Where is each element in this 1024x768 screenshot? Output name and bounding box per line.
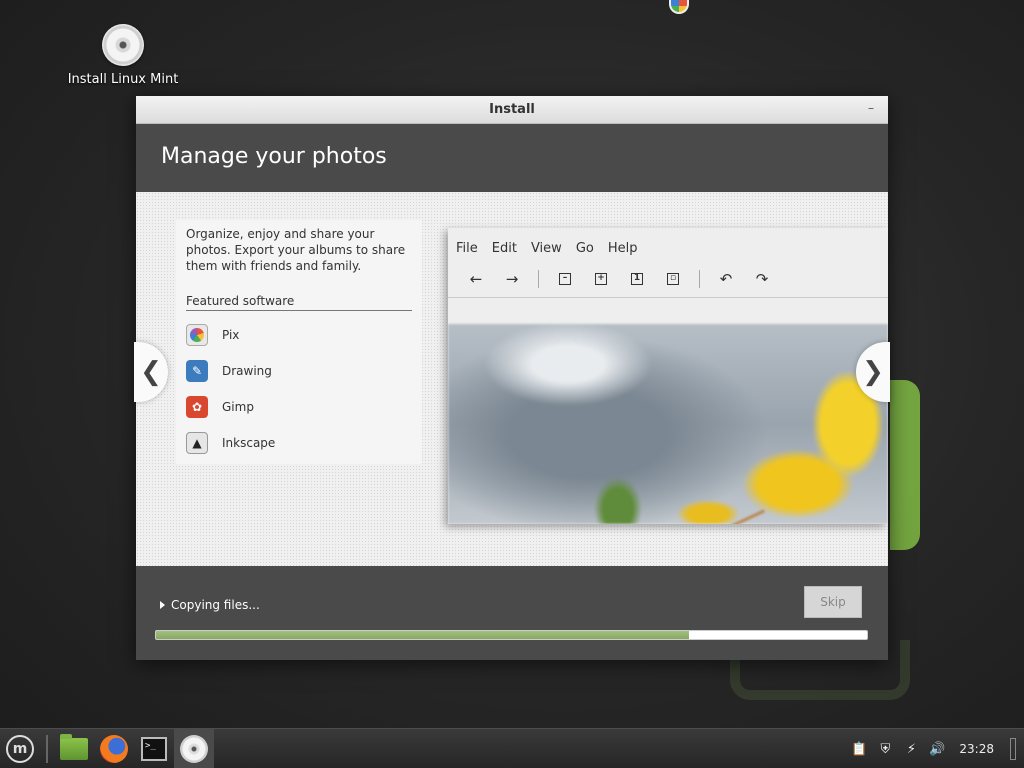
progress-bar (155, 630, 868, 640)
cd-icon (102, 24, 144, 66)
app-label: Inkscape (222, 436, 276, 450)
expander-triangle-icon (160, 601, 165, 609)
top-panel-indicator-icon (669, 0, 689, 14)
list-item-inkscape: ▲ Inkscape (186, 425, 412, 461)
terminal-launcher[interactable]: >_ (134, 729, 174, 768)
firefox-launcher[interactable] (94, 729, 134, 768)
clock[interactable]: 23:28 (959, 742, 994, 756)
minimize-button[interactable]: – (864, 102, 878, 116)
window-title: Install (489, 102, 535, 117)
info-card: Organize, enjoy and share your photos. E… (176, 220, 422, 464)
preview-menubar: File Edit View Go Help (448, 228, 888, 260)
install-window: Install – Manage your photos Organize, e… (134, 96, 890, 660)
volume-icon[interactable]: 🔊 (929, 741, 945, 757)
rotate-right-icon: ↷ (755, 269, 769, 288)
arrow-left-icon: ← (469, 269, 483, 288)
app-label: Gimp (222, 400, 254, 414)
app-label: Drawing (222, 364, 272, 378)
zoom-in-icon: + (583, 266, 619, 292)
lily-photo (448, 324, 888, 524)
rotate-left-icon: ↶ (719, 269, 733, 288)
install-footer: Copying files... Skip (136, 566, 888, 660)
toolbar-separator (538, 269, 539, 288)
menu-button[interactable]: m (0, 729, 40, 768)
gimp-icon: ✿ (186, 396, 208, 418)
files-launcher[interactable] (54, 729, 94, 768)
inkscape-icon: ▲ (186, 432, 208, 454)
page-title: Manage your photos (161, 144, 387, 169)
slideshow: Organize, enjoy and share your photos. E… (134, 192, 890, 566)
drawing-icon: ✎ (186, 360, 208, 382)
progress-status: Copying files... (171, 598, 260, 612)
zoom-out-icon: – (547, 266, 583, 292)
zoom-normal-icon: 1 (619, 266, 655, 292)
arrow-right-icon: → (505, 269, 519, 288)
taskbar-separator (46, 734, 48, 763)
menu-view: View (530, 241, 562, 256)
menu-file: File (456, 241, 478, 256)
terminal-icon: >_ (141, 736, 167, 761)
installer-task-button[interactable] (174, 728, 214, 768)
menu-help: Help (607, 241, 638, 256)
menu-edit: Edit (491, 241, 517, 256)
skip-button[interactable]: Skip (804, 586, 862, 618)
desktop-icon-label: Install Linux Mint (67, 72, 179, 87)
progress-details-toggle[interactable]: Copying files... (160, 598, 260, 612)
update-shield-icon[interactable]: ⛨ (877, 741, 893, 757)
list-item-gimp: ✿ Gimp (186, 389, 412, 425)
app-label: Pix (222, 328, 240, 342)
featured-app-list: Pix ✎ Drawing ✿ Gimp ▲ Inkscape (186, 317, 412, 461)
list-item-drawing: ✎ Drawing (186, 353, 412, 389)
window-titlebar[interactable]: Install – (136, 96, 888, 124)
previous-slide-button[interactable]: ❮ (134, 342, 168, 402)
progress-fill (156, 631, 690, 639)
folder-icon (60, 733, 88, 760)
show-desktop-button[interactable] (1010, 738, 1016, 760)
slide-header: Manage your photos (136, 124, 888, 192)
featured-software-heading: Featured software (186, 294, 412, 311)
taskbar: m >_ 📋 ⛨ ⚡ 🔊 23:28 (0, 728, 1024, 768)
pix-icon (186, 324, 208, 346)
clipboard-icon[interactable]: 📋 (851, 741, 867, 757)
list-item-pix: Pix (186, 317, 412, 353)
preview-toolbar: ← → – + 1 ▫ ↶ ↷ (448, 260, 888, 298)
network-disconnected-icon[interactable]: ⚡ (903, 741, 919, 757)
desktop-icon-install-linux-mint[interactable]: Install Linux Mint (62, 24, 184, 87)
linux-mint-logo-icon: m (6, 734, 34, 763)
system-tray: 📋 ⛨ ⚡ 🔊 23:28 (851, 729, 1024, 768)
app-screenshot-preview: File Edit View Go Help ← → – + 1 ▫ ↶ ↷ (448, 228, 888, 524)
toolbar-separator (699, 269, 700, 288)
zoom-fit-icon: ▫ (655, 266, 691, 292)
slide-description: Organize, enjoy and share your photos. E… (186, 227, 406, 273)
firefox-icon (100, 734, 128, 763)
cd-icon (180, 734, 208, 763)
menu-go: Go (575, 241, 594, 256)
